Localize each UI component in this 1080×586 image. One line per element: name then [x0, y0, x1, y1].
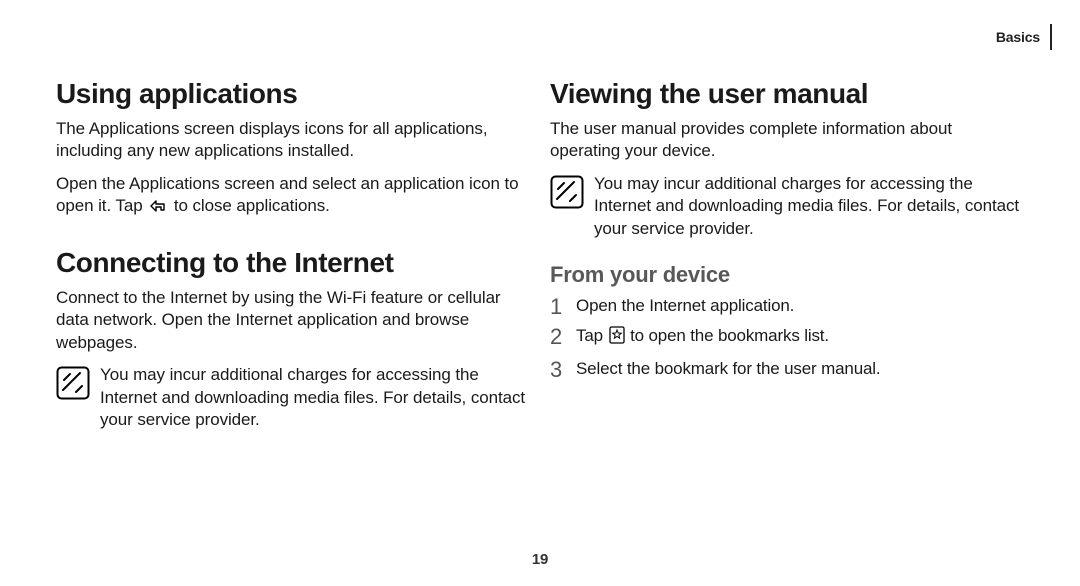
step-text-after: to open the bookmarks list.: [630, 326, 829, 345]
note-block: You may incur additional charges for acc…: [550, 173, 1024, 240]
list-item: Open the Internet application.: [550, 294, 1024, 318]
heading-viewing-manual: Viewing the user manual: [550, 78, 1024, 110]
note-block: You may incur additional charges for acc…: [56, 364, 530, 431]
step-list: Open the Internet application. Tap to op…: [550, 294, 1024, 380]
page-body: Using applications The Applications scre…: [0, 0, 1080, 431]
page-number: 19: [0, 551, 1080, 568]
vertical-divider: [1050, 24, 1052, 50]
paragraph-with-icon: Open the Applications screen and select …: [56, 173, 530, 221]
paragraph: Connect to the Internet by using the Wi-…: [56, 287, 530, 354]
note-icon: [550, 175, 584, 214]
back-icon: [148, 198, 168, 220]
note-text: You may incur additional charges for acc…: [594, 173, 1024, 240]
note-text: You may incur additional charges for acc…: [100, 364, 530, 431]
chapter-header: Basics: [996, 24, 1052, 50]
right-column: Viewing the user manual The user manual …: [550, 78, 1024, 431]
step-text: Select the bookmark for the user manual.: [576, 359, 880, 378]
step-text-before: Tap: [576, 326, 608, 345]
subheading-from-device: From your device: [550, 262, 1024, 288]
list-item: Select the bookmark for the user manual.: [550, 357, 1024, 381]
list-item: Tap to open the bookmarks list.: [550, 324, 1024, 351]
step-text: Open the Internet application.: [576, 296, 794, 315]
note-icon: [56, 366, 90, 405]
bookmark-star-icon: [609, 326, 625, 351]
left-column: Using applications The Applications scre…: [56, 78, 530, 431]
chapter-label: Basics: [996, 29, 1040, 45]
paragraph: The user manual provides complete inform…: [550, 118, 1024, 163]
text-after-icon: to close applications.: [174, 196, 330, 215]
paragraph: The Applications screen displays icons f…: [56, 118, 530, 163]
heading-connecting-internet: Connecting to the Internet: [56, 247, 530, 279]
heading-using-applications: Using applications: [56, 78, 530, 110]
